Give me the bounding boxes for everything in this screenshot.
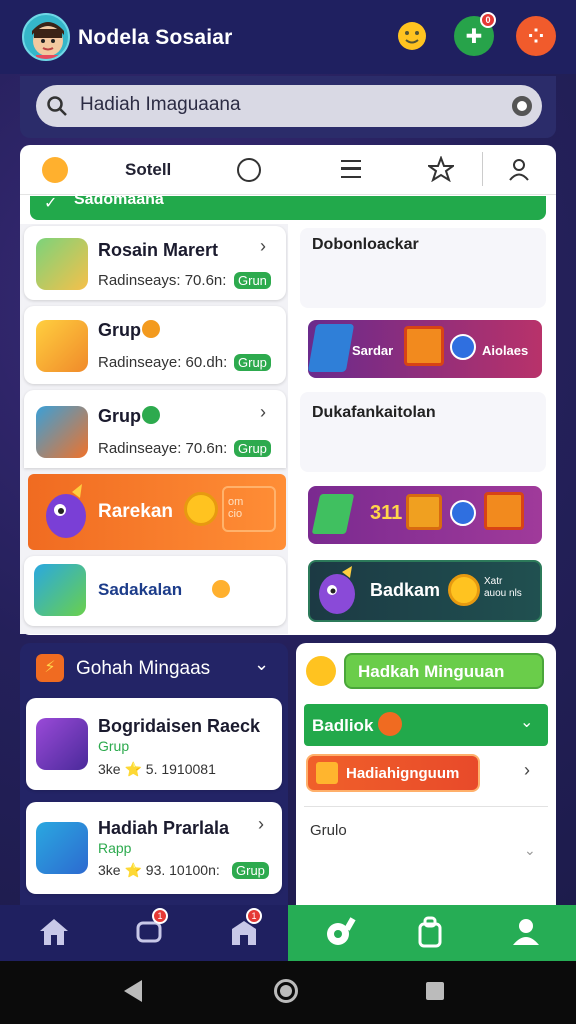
weekly-reward-button[interactable]: Hadkah Minguuan <box>344 653 544 689</box>
lightning-icon: ⚡ <box>36 654 64 682</box>
game-thumbnail-icon <box>36 822 88 874</box>
group-pill: Grup <box>232 862 269 879</box>
section-title: Dukafankaitolan <box>312 404 436 421</box>
gift-icon <box>406 494 442 530</box>
user-avatar[interactable] <box>22 13 70 61</box>
game-thumbnail-icon <box>36 238 88 290</box>
list-item[interactable]: Rosain Marert › Radinseays: 70.6n: Grun <box>24 226 286 300</box>
game-thumbnail-icon <box>36 406 88 458</box>
gift-icon <box>316 762 338 784</box>
clear-search-icon[interactable] <box>512 96 532 116</box>
chevron-right-icon: › <box>260 236 266 256</box>
item-meta: 3ke ⭐ 93. 10100n: <box>98 862 220 878</box>
group-pill: Grup <box>234 354 271 371</box>
dropdown-label: Badliok <box>312 716 374 735</box>
dragon-mascot-icon <box>319 566 355 614</box>
search-icon <box>47 96 67 116</box>
item-title: Rosain Marert <box>98 240 219 260</box>
game-icon[interactable] <box>320 912 360 952</box>
item-subtitle: Radinseaye: 60.dh: <box>98 354 228 371</box>
play-badge-icon <box>142 406 160 424</box>
game-thumbnail-icon <box>34 564 86 616</box>
list-item[interactable]: Bogridaisen Raeck Grup 3ke ⭐ 5. 1910081 <box>26 698 282 790</box>
chevron-down-icon: ⌄ <box>520 714 534 731</box>
coin-icon <box>142 320 160 338</box>
coin-icon <box>378 712 402 736</box>
list-item[interactable]: Grup › Radinseaye: 70.6n: Grup <box>24 390 286 468</box>
divider <box>304 806 548 807</box>
game-thumbnail-icon <box>36 718 88 770</box>
list-item[interactable]: Grup Radinseaye: 60.dh: Grup <box>24 306 286 384</box>
circle-tab-icon[interactable] <box>237 158 261 182</box>
chevron-right-icon: › <box>258 814 264 834</box>
tab-bar <box>20 145 556 195</box>
tab-divider <box>482 152 483 186</box>
notification-badge: 1 <box>152 908 168 924</box>
notification-badge: 0 <box>480 12 496 28</box>
banner-small-text: Xatr auou nls <box>484 576 522 599</box>
banner-label: Sardar <box>352 343 394 358</box>
chevron-right-icon: › <box>260 402 266 422</box>
back-icon[interactable] <box>124 980 142 1002</box>
tab-sotell[interactable]: Sotell <box>125 160 171 180</box>
item-title: Grup <box>98 406 141 426</box>
promo-label: Rarekan <box>98 501 173 522</box>
group-pill: Grup <box>234 440 271 457</box>
emoji-icon[interactable] <box>392 16 432 56</box>
item-title: Sadakalan <box>98 580 183 599</box>
shop-icon[interactable]: 1 <box>224 908 264 952</box>
list-tab-icon[interactable] <box>341 160 361 178</box>
menu-icon[interactable]: ⁘ <box>516 16 556 56</box>
item-meta: 3ke ⭐ 5. 1910081 <box>98 761 216 777</box>
coin-icon <box>184 492 218 526</box>
tools-icon[interactable]: ✚ 0 <box>454 12 496 56</box>
coin-icon <box>212 580 230 598</box>
dropdown-title[interactable]: Gohah Mingaas <box>76 658 210 680</box>
item-title: Bogridaisen Raeck <box>98 716 261 736</box>
dragon-mascot-icon <box>46 484 86 538</box>
section-title: Dobonloackar <box>312 236 419 253</box>
item-subtitle: Grup <box>98 738 130 754</box>
smile-tab-icon[interactable] <box>42 157 68 183</box>
emoji-icon <box>306 656 336 686</box>
item-subtitle: Radinseaye: 70.6n: <box>98 440 228 457</box>
notification-badge: 1 <box>246 908 262 924</box>
strip-label: Sadomaana <box>74 191 164 208</box>
group-pill: Grun <box>234 272 271 289</box>
gift-icon <box>404 326 444 366</box>
check-icon: ✓ <box>44 195 58 212</box>
item-subtitle: Radinseays: 70.6n: <box>98 272 227 289</box>
item-title: Hadiah Prarlala <box>98 818 230 838</box>
profile-tab-icon[interactable] <box>506 156 532 182</box>
banner-label: Badkam <box>370 580 441 600</box>
star-tab-icon[interactable] <box>428 156 454 182</box>
banner-label: 311 <box>370 502 403 524</box>
chat-icon[interactable]: 1 <box>130 908 170 952</box>
app-title: Nodela Sosaiar <box>78 26 233 49</box>
profile-icon[interactable] <box>506 912 546 952</box>
game-thumbnail-icon <box>36 320 88 372</box>
row-label: Grulo <box>310 822 347 839</box>
home-button-icon[interactable] <box>274 979 298 1003</box>
chevron-down-icon[interactable]: ⌄ <box>254 654 269 675</box>
chevron-right-icon[interactable]: › <box>524 760 530 781</box>
list-item[interactable]: Sadakalan <box>24 556 286 626</box>
coin-icon <box>450 334 476 360</box>
item-title: Grup <box>98 320 141 340</box>
promo-badge: om cio <box>222 486 276 532</box>
recents-icon[interactable] <box>426 982 444 1000</box>
search-value: Hadiah Imaguaana <box>80 94 241 115</box>
coin-icon <box>450 500 476 526</box>
list-item[interactable]: Hadiah Prarlala › Rapp 3ke ⭐ 93. 10100n:… <box>26 802 282 894</box>
backpack-icon[interactable] <box>410 912 450 952</box>
home-icon[interactable] <box>34 912 74 952</box>
gift-icon <box>484 492 524 530</box>
coin-icon <box>448 574 480 606</box>
chevron-down-icon[interactable]: ⌄ <box>524 842 536 859</box>
banner-label: Aiolaes <box>482 343 529 358</box>
item-subtitle: Rapp <box>98 840 132 856</box>
